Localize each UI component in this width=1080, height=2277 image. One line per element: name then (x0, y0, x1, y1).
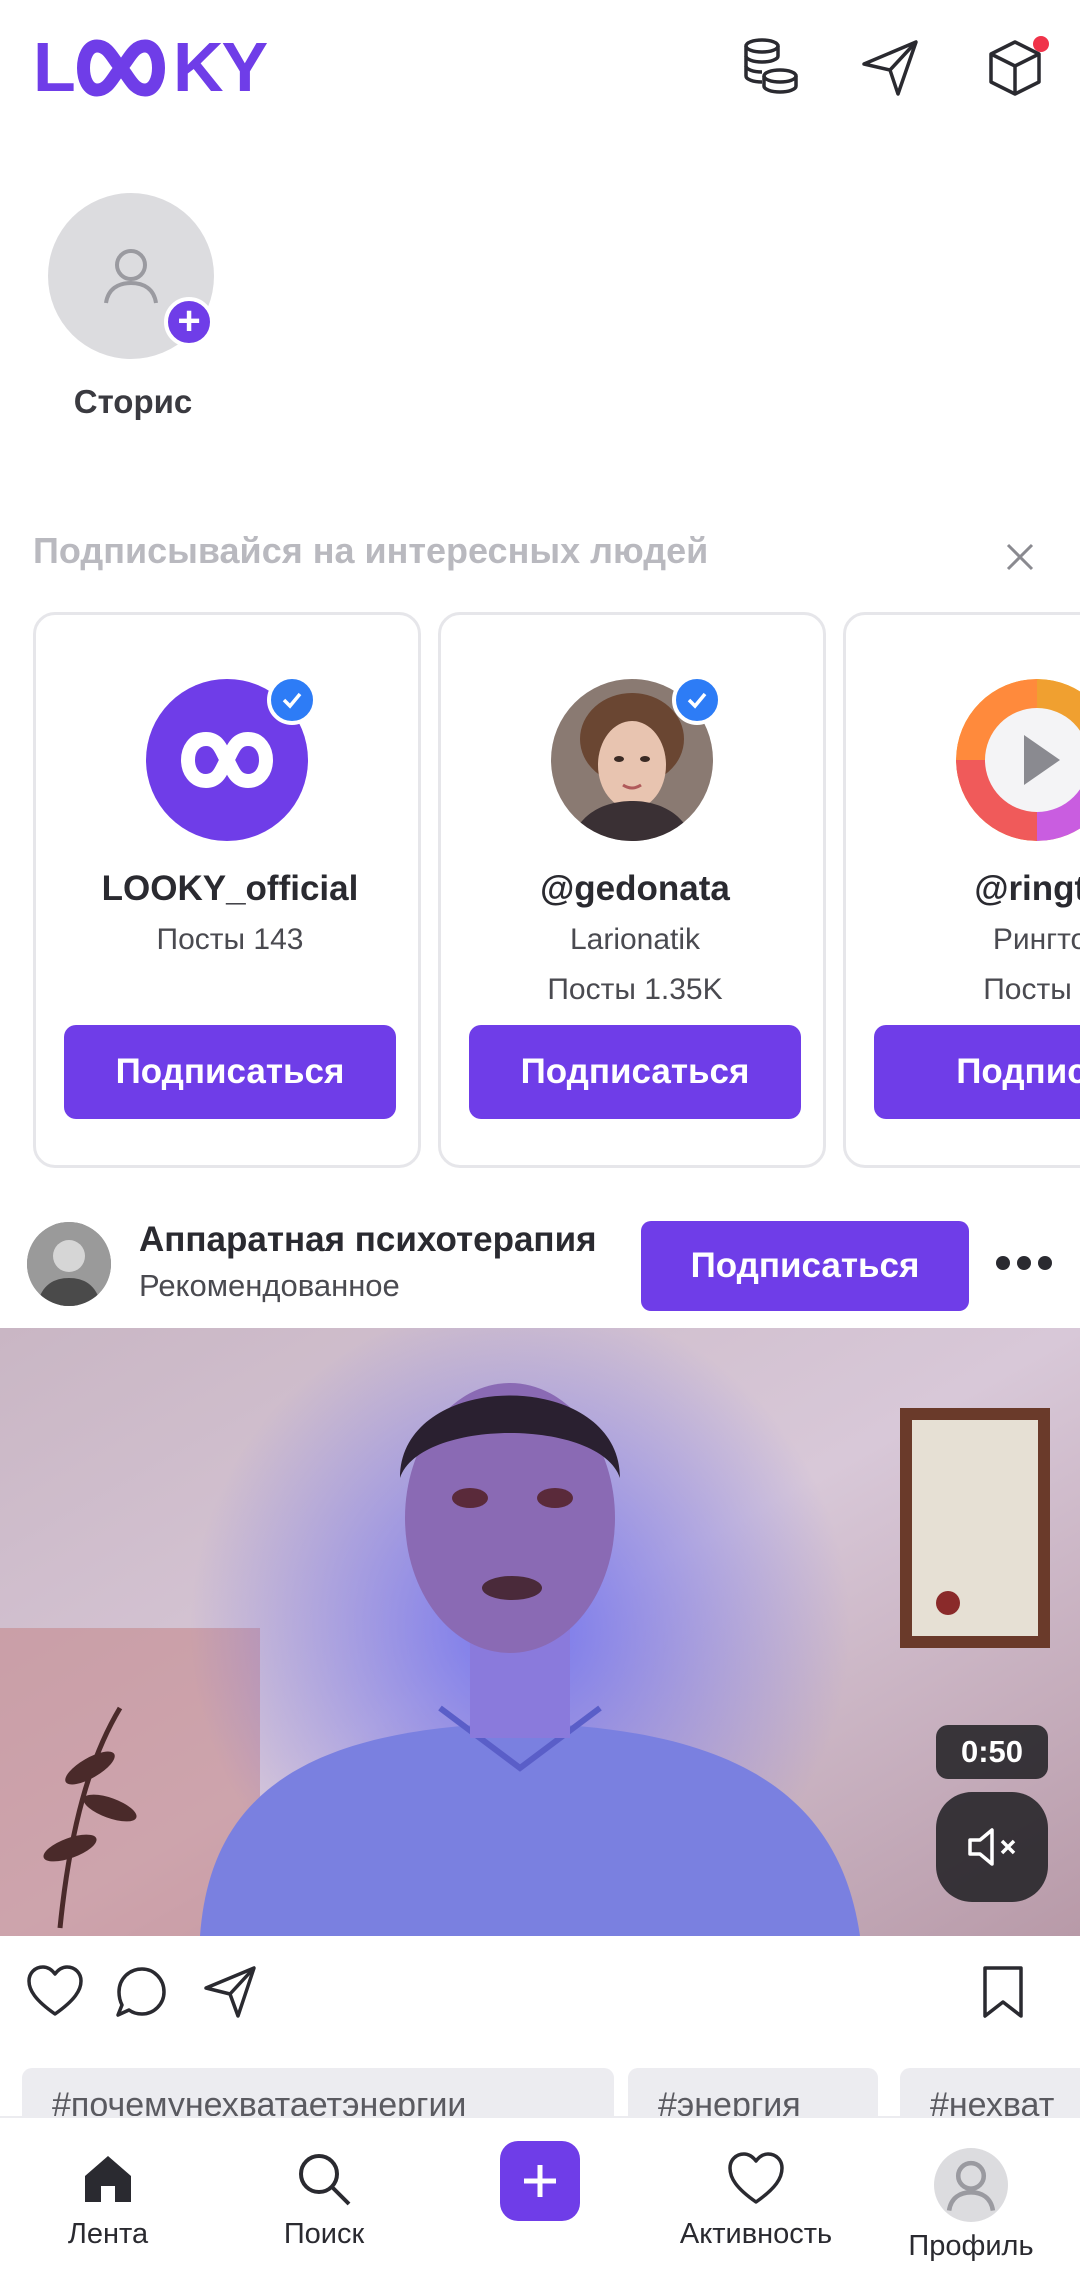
notification-dot (1033, 36, 1049, 52)
nav-activity-label: Активность (679, 2218, 833, 2250)
home-icon (85, 2156, 131, 2202)
like-icon[interactable] (25, 1962, 85, 2022)
suggestion-card[interactable]: LOOKY_official Посты 143 Подписаться (33, 612, 421, 1168)
looky-logo[interactable]: L KY (33, 28, 283, 98)
suggestion-card[interactable]: @gedonata Larionatik Посты 1.35K Подписа… (438, 612, 826, 1168)
card-posts: Посты 9 (983, 973, 1080, 1006)
post-follow-button[interactable]: Подписаться (641, 1221, 969, 1311)
card-name: LOOKY_official (101, 869, 359, 908)
video-frame (0, 1328, 1080, 1936)
card-name: @ringt0 (974, 869, 1080, 908)
follow-button[interactable]: Подписат (874, 1025, 1080, 1119)
video-duration: 0:50 (936, 1725, 1048, 1779)
top-bar: L KY (0, 0, 1080, 140)
share-icon[interactable] (200, 1962, 260, 2022)
ringtone-logo-icon (956, 679, 1080, 841)
send-icon[interactable] (852, 30, 928, 106)
bottom-navigation: Лента Поиск Активность Профиль (0, 2116, 1080, 2277)
suggestions-carousel[interactable]: LOOKY_official Посты 143 Подписаться @ge… (33, 612, 1080, 1168)
suggestions-title: Подписывайся на интересных людей (33, 530, 709, 571)
verified-icon (267, 675, 317, 725)
hashtag-list: #почемунехватаетэнергии #энергия #нехват (22, 2068, 1080, 2118)
svg-text:KY: KY (173, 28, 268, 98)
avatar-photo (27, 1222, 111, 1306)
card-name: @gedonata (540, 869, 730, 908)
nav-profile[interactable]: Профиль (871, 2148, 1071, 2263)
follow-button[interactable]: Подписаться (469, 1025, 801, 1119)
nav-feed-label: Лента (67, 2218, 149, 2250)
mute-button[interactable] (936, 1792, 1048, 1902)
story-label: Сторис (73, 383, 193, 420)
card-fullname: Рингто (992, 923, 1080, 956)
nav-search[interactable]: Поиск (224, 2148, 424, 2251)
post-author-avatar[interactable] (27, 1222, 111, 1306)
create-post-button[interactable] (500, 2141, 580, 2221)
bookmark-icon[interactable] (973, 1962, 1033, 2022)
hashtag-chip[interactable]: #почемунехватаетэнергии (22, 2068, 614, 2118)
svg-text:L: L (33, 28, 74, 98)
follow-button[interactable]: Подписаться (64, 1025, 396, 1119)
nav-activity[interactable]: Активность (656, 2148, 856, 2251)
card-fullname: Larionatik (569, 923, 701, 956)
heart-icon (728, 2152, 784, 2204)
cube-icon[interactable] (977, 30, 1053, 106)
coins-icon[interactable] (732, 30, 808, 106)
close-icon[interactable] (1000, 537, 1040, 577)
verified-icon (672, 675, 722, 725)
user-placeholder-icon (946, 2160, 996, 2211)
nav-feed[interactable]: Лента (8, 2148, 208, 2251)
post-video[interactable] (0, 1328, 1080, 1936)
nav-profile-label: Профиль (908, 2230, 1034, 2262)
avatar[interactable] (956, 679, 1080, 841)
more-options-icon[interactable] (996, 1243, 1052, 1283)
add-story-icon[interactable]: + (164, 297, 214, 347)
card-posts: Посты 143 (156, 923, 304, 956)
suggestion-card[interactable]: @ringt0 Рингто Посты 9 Подписат (843, 612, 1080, 1168)
nav-search-label: Поиск (283, 2218, 365, 2250)
search-icon (299, 2154, 351, 2206)
post-author-name[interactable]: Аппаратная психотерапия (139, 1220, 597, 1260)
post-subtitle: Рекомендованное (139, 1268, 400, 1303)
volume-off-icon (968, 1828, 1016, 1866)
comment-icon[interactable] (112, 1962, 172, 2022)
hashtag-chip[interactable]: #нехват (900, 2068, 1080, 2118)
avatar (934, 2148, 1008, 2222)
plus-icon (524, 2165, 556, 2197)
card-posts: Посты 1.35K (547, 973, 723, 1006)
hashtag-chip[interactable]: #энергия (628, 2068, 878, 2118)
user-placeholder-icon (104, 249, 158, 304)
